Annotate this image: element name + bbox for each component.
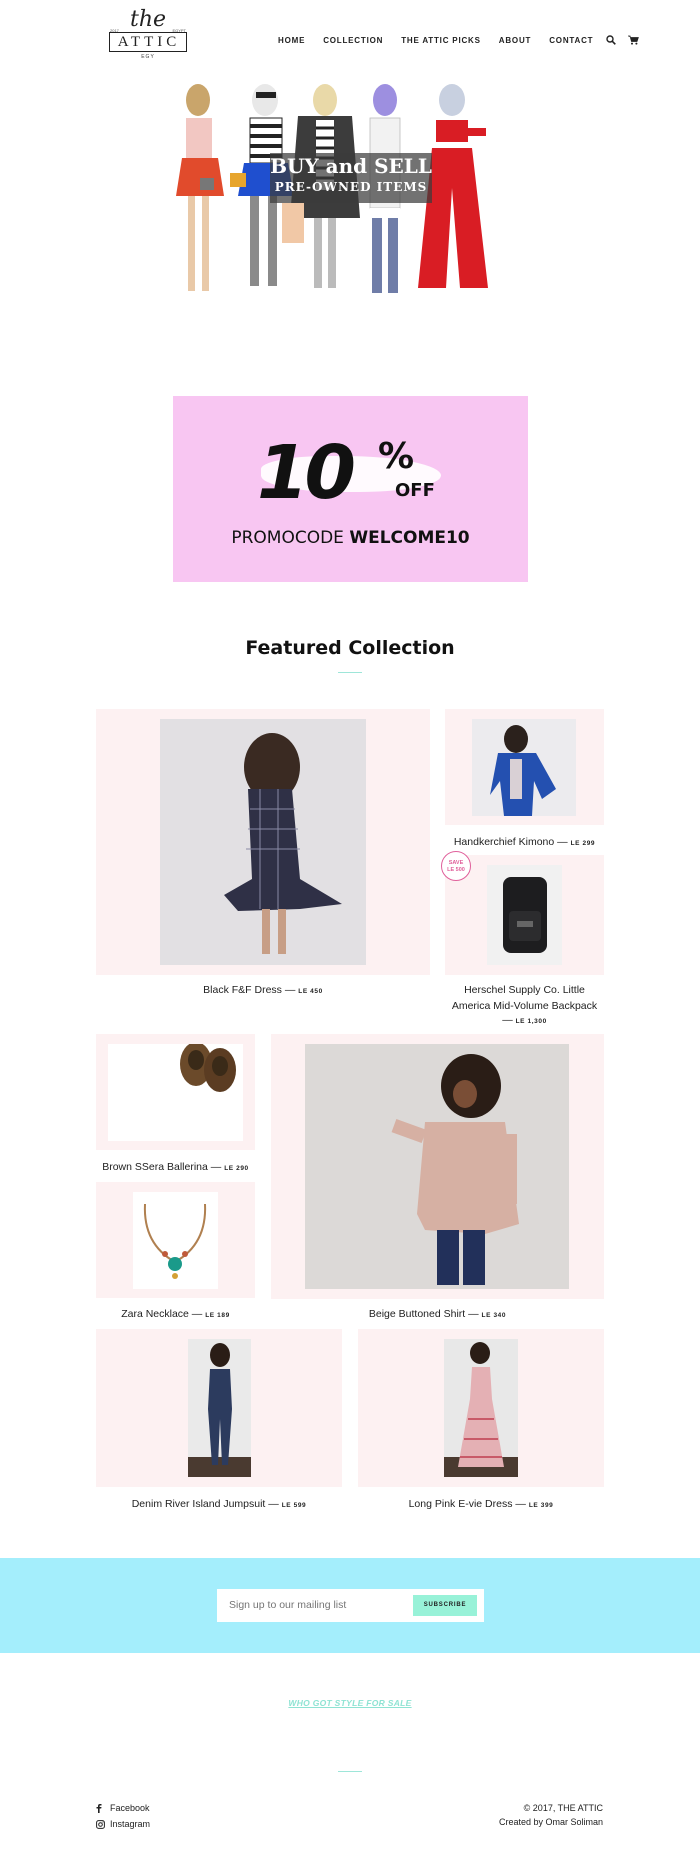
promo-code: WELCOME10 xyxy=(349,528,470,548)
newsletter-section: SUBSCRIBE xyxy=(0,1558,700,1653)
product-price: LE 299 xyxy=(570,840,596,847)
product-price: LE 340 xyxy=(481,1312,507,1319)
product-price: LE 189 xyxy=(205,1312,230,1319)
nav-contact[interactable]: CONTACT xyxy=(549,36,593,45)
product-title: Black F&F Dress xyxy=(203,984,282,996)
product-card-denim-jumpsuit[interactable] xyxy=(96,1329,342,1487)
product-title-2: America Mid-Volume Backpack xyxy=(451,1000,598,1012)
product-title: Long Pink E-vie Dress xyxy=(408,1498,513,1510)
tagline-link[interactable]: WHO GOT STYLE FOR SALE xyxy=(0,1698,700,1708)
product-image[interactable] xyxy=(160,719,366,965)
product-price: LE 450 xyxy=(298,988,323,995)
product-image[interactable] xyxy=(472,719,576,816)
newsletter-form: SUBSCRIBE xyxy=(217,1589,484,1622)
logo-word: ATTIC xyxy=(108,32,188,52)
facebook-label: Facebook xyxy=(110,1803,150,1813)
product-title: Herschel Supply Co. Little xyxy=(464,984,585,996)
product-card-necklace[interactable] xyxy=(96,1182,255,1298)
logo-sub: EGY xyxy=(141,54,155,60)
save-badge-label: SAVE xyxy=(448,860,464,866)
promo-code-prefix: PROMOCODE xyxy=(231,528,350,548)
product-name-pink-dress[interactable]: Long Pink E-vie Dress — LE 399 xyxy=(358,1498,604,1510)
subscribe-button[interactable]: SUBSCRIBE xyxy=(413,1595,477,1616)
promo-discount-number: 10 xyxy=(257,430,356,516)
product-title: Handkerchief Kimono xyxy=(453,836,555,848)
product-card-beige-shirt[interactable] xyxy=(271,1034,604,1299)
product-image[interactable] xyxy=(305,1044,569,1289)
product-price: LE 399 xyxy=(528,1502,554,1509)
product-image[interactable] xyxy=(133,1192,218,1289)
product-image[interactable] xyxy=(487,865,562,965)
main-nav: HOME COLLECTION THE ATTIC PICKS ABOUT CO… xyxy=(278,34,649,46)
instagram-link[interactable]: Instagram xyxy=(96,1816,150,1832)
facebook-icon xyxy=(96,1803,106,1813)
product-image[interactable] xyxy=(188,1339,251,1477)
newsletter-email-input[interactable] xyxy=(229,1599,399,1611)
product-card-ballerina[interactable] xyxy=(96,1034,255,1150)
nav-about[interactable]: ABOUT xyxy=(499,36,531,45)
product-name-backpack[interactable]: Herschel Supply Co. Little America Mid-Vo… xyxy=(445,982,604,1028)
nav-attic-picks[interactable]: THE ATTIC PICKS xyxy=(401,36,481,45)
product-card-pink-dress[interactable] xyxy=(358,1329,604,1487)
site-logo[interactable]: the 2017 EGYPT ATTIC EGY xyxy=(108,7,188,65)
product-image[interactable] xyxy=(108,1044,243,1141)
promo-off: OFF xyxy=(395,480,435,501)
product-name-necklace[interactable]: Zara Necklace — LE 189 xyxy=(96,1308,255,1320)
logo-est-left: 2017 xyxy=(110,28,119,33)
facebook-link[interactable]: Facebook xyxy=(96,1800,150,1816)
featured-title: Featured Collection xyxy=(245,637,455,659)
hero-banner: BUY and SELL PRE-OWNED ITEMS xyxy=(170,78,540,340)
search-icon[interactable] xyxy=(605,34,617,46)
hero-text-overlay: BUY and SELL PRE-OWNED ITEMS xyxy=(270,153,432,203)
product-name-black-dress[interactable]: Black F&F Dress — LE 450 xyxy=(96,984,430,996)
product-name-kimono[interactable]: Handkerchief Kimono — LE 299 xyxy=(445,836,604,848)
footer-divider xyxy=(338,1771,362,1772)
product-title: Zara Necklace xyxy=(121,1308,189,1320)
product-name-ballerina[interactable]: Brown SSera Ballerina — LE 290 xyxy=(96,1161,255,1173)
footer-copyright: © 2017, THE ATTIC Created by Omar Solima… xyxy=(499,1801,603,1829)
hero-illustration xyxy=(176,84,488,293)
footer-social-links: Facebook Instagram xyxy=(96,1800,150,1832)
product-name-beige-shirt[interactable]: Beige Buttoned Shirt — LE 340 xyxy=(271,1308,604,1320)
product-price: LE 1,300 xyxy=(515,1018,547,1025)
save-badge: SAVE LE 500 xyxy=(441,851,471,881)
site-header: the 2017 EGYPT ATTIC EGY HOME COLLECTION… xyxy=(0,0,700,70)
product-name-denim-jumpsuit[interactable]: Denim River Island Jumpsuit — LE 599 xyxy=(96,1498,342,1510)
hero-line1: BUY and SELL xyxy=(270,154,432,178)
promo-banner[interactable]: 10 % OFF PROMOCODE WELCOME10 xyxy=(173,396,528,582)
logo-the: the xyxy=(129,7,167,32)
save-badge-amount: LE 500 xyxy=(447,867,465,873)
instagram-icon xyxy=(96,1819,106,1829)
product-card-black-dress[interactable] xyxy=(96,709,430,975)
product-price: LE 290 xyxy=(224,1165,249,1172)
product-title: Beige Buttoned Shirt xyxy=(368,1308,466,1320)
nav-home[interactable]: HOME xyxy=(278,36,305,45)
product-title: Denim River Island Jumpsuit xyxy=(131,1498,266,1510)
product-image[interactable] xyxy=(444,1339,518,1477)
promo-percent: % xyxy=(378,436,415,477)
nav-collection[interactable]: COLLECTION xyxy=(323,36,383,45)
credit-text: Created by Omar Soliman xyxy=(498,1817,603,1827)
hero-line2: PRE-OWNED ITEMS xyxy=(274,180,428,194)
product-price: LE 599 xyxy=(281,1502,307,1509)
instagram-label: Instagram xyxy=(110,1819,151,1829)
product-title: Brown SSera Ballerina xyxy=(102,1161,208,1173)
promo-code-line: PROMOCODE WELCOME10 xyxy=(173,528,528,548)
copyright-text: © 2017, THE ATTIC xyxy=(523,1803,603,1813)
logo-est-right: EGYPT xyxy=(172,28,186,33)
featured-divider xyxy=(338,672,362,673)
product-card-kimono[interactable] xyxy=(445,709,604,825)
cart-icon[interactable] xyxy=(627,34,639,46)
